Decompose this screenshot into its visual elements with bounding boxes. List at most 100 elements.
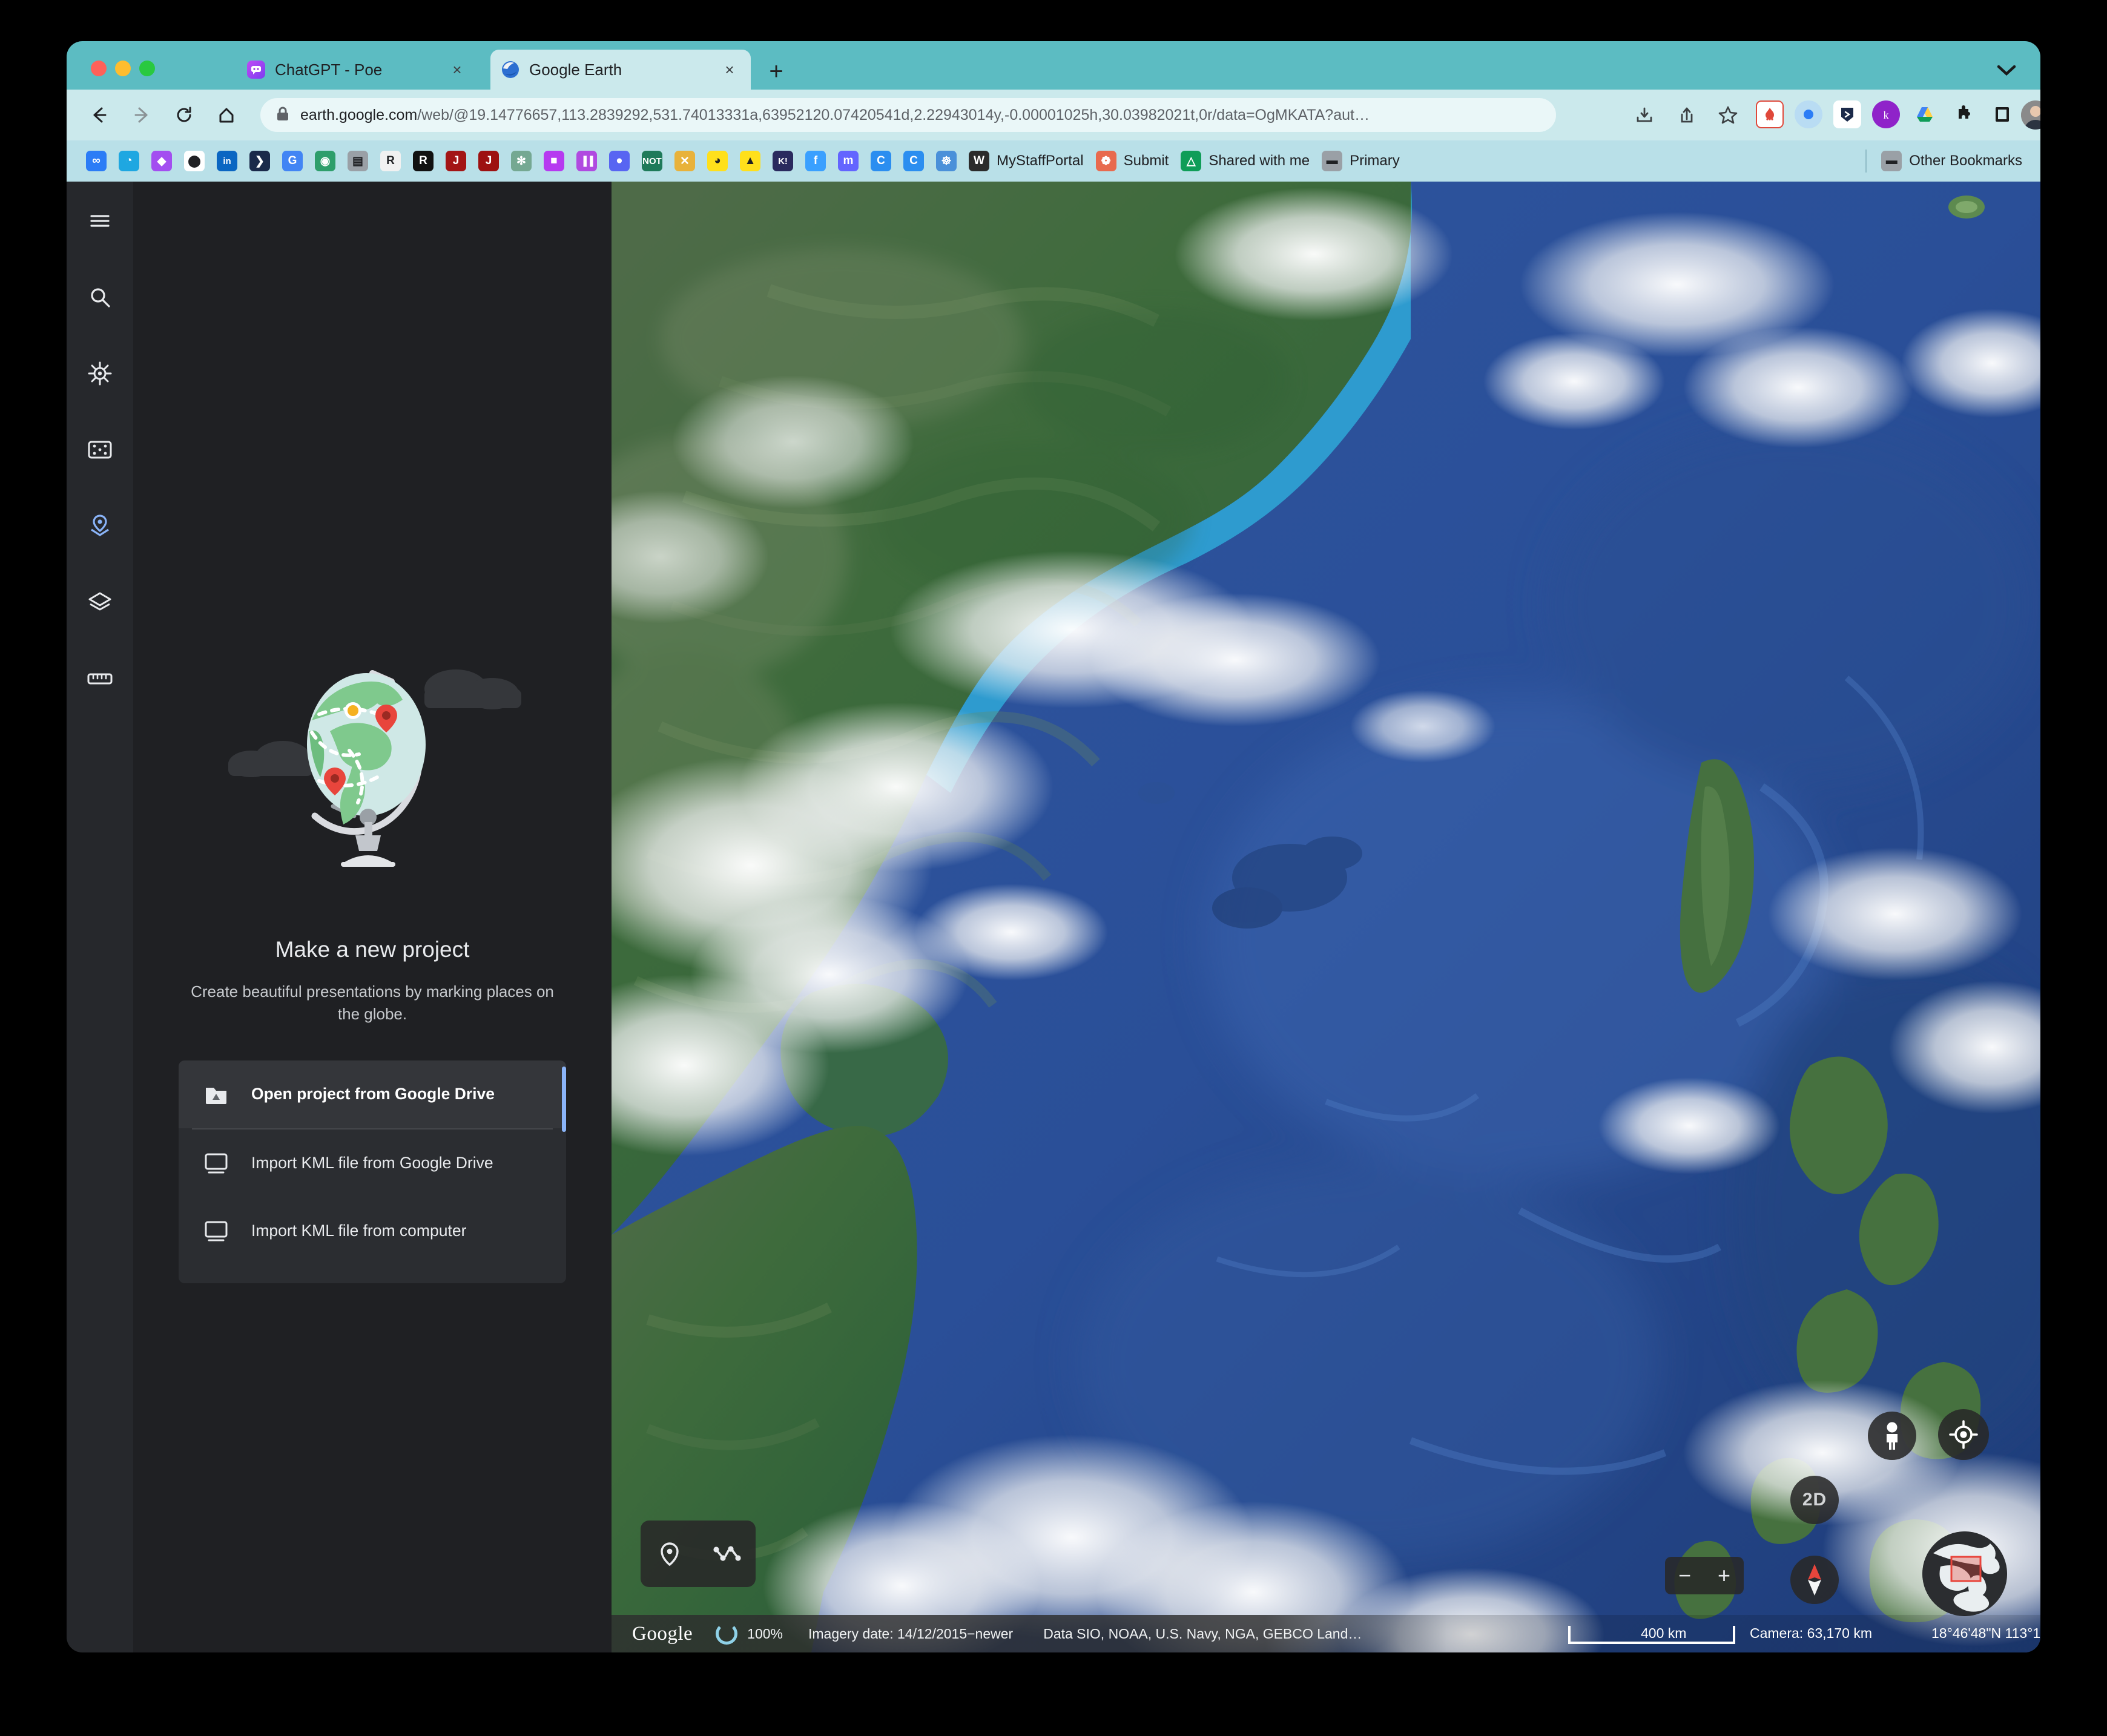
earth-status-bar: Google 100% Imagery date: 14/12/2015−new…: [612, 1615, 2040, 1652]
back-button[interactable]: [84, 99, 115, 131]
bookmark-item[interactable]: in: [211, 146, 243, 176]
new-tab-button[interactable]: +: [764, 59, 788, 84]
blue-circle-extension-icon[interactable]: [1795, 100, 1822, 128]
forward-button[interactable]: [126, 99, 157, 131]
zoom-in-button[interactable]: +: [1709, 1560, 1740, 1591]
google-earth-app: Make a new project Create beautiful pres…: [67, 182, 2040, 1652]
bookmark-item[interactable]: ✻: [505, 146, 538, 176]
kaspersky-extension-icon[interactable]: k: [1872, 100, 1900, 128]
bookmark-item[interactable]: R: [374, 146, 407, 176]
import-kml-from-computer-item[interactable]: Import KML file from computer: [179, 1197, 566, 1265]
bookmark-item[interactable]: ❁ Submit: [1090, 146, 1175, 176]
bookmark-item[interactable]: C: [865, 146, 897, 176]
sidebar-item-search[interactable]: [77, 275, 122, 320]
sidebar-item-layers[interactable]: [77, 580, 122, 625]
fire-extension-icon[interactable]: [1756, 100, 1784, 128]
tab-close-icon[interactable]: ×: [719, 59, 740, 80]
bookmark-item[interactable]: J: [440, 146, 472, 176]
pegman-icon[interactable]: [1868, 1412, 1916, 1460]
sidebar-item-feeling-lucky[interactable]: [77, 427, 122, 472]
bookmarks-divider: [1865, 150, 1867, 173]
download-icon[interactable]: [1629, 99, 1660, 131]
reload-button[interactable]: [168, 99, 200, 131]
new-project-panel: Make a new project Create beautiful pres…: [133, 182, 612, 1652]
star-icon[interactable]: [1712, 99, 1744, 131]
bookmark-item[interactable]: ❯: [243, 146, 276, 176]
tab-chatgpt-poe[interactable]: ChatGPT - Poe ×: [236, 50, 478, 90]
bookmark-item[interactable]: ◆: [145, 146, 178, 176]
bitwarden-extension-icon[interactable]: [1833, 100, 1861, 128]
globe-minimap[interactable]: [1922, 1531, 2007, 1616]
bookmark-item[interactable]: NOT: [636, 146, 668, 176]
scale-label: 400 km: [1641, 1625, 1687, 1641]
map-pin-icon[interactable]: [650, 1534, 689, 1573]
window-maximize-button[interactable]: [139, 61, 155, 76]
path-line-icon[interactable]: [708, 1534, 747, 1573]
tab-close-icon[interactable]: ×: [447, 59, 467, 80]
bookmark-item[interactable]: ◕: [701, 146, 734, 176]
import-kml-from-drive-item[interactable]: Import KML file from Google Drive: [179, 1129, 566, 1197]
bookmark-label: Shared with me: [1208, 153, 1310, 169]
bookmark-item[interactable]: J: [472, 146, 505, 176]
bookmark-item[interactable]: R: [407, 146, 440, 176]
bookmark-item[interactable]: ▬ Primary: [1316, 146, 1406, 176]
bookmark-item[interactable]: f: [799, 146, 832, 176]
puzzle-extensions-icon[interactable]: [1950, 100, 1977, 128]
infinity-icon: ∞: [86, 151, 107, 171]
poe-icon: [247, 61, 265, 79]
bookmark-item[interactable]: ⬤: [178, 146, 211, 176]
my-location-icon[interactable]: [1938, 1409, 1989, 1460]
sidebar-item-menu[interactable]: [77, 199, 122, 243]
globe-on-stand-illustration: [191, 660, 554, 890]
bookmark-item[interactable]: ▤: [341, 146, 374, 176]
linkedin-icon: in: [217, 151, 237, 171]
tab-title: ChatGPT - Poe: [275, 60, 383, 79]
sidebar-item-voyager[interactable]: [77, 351, 122, 396]
monitor-icon: [202, 1217, 231, 1246]
bookmark-item[interactable]: G: [276, 146, 309, 176]
journal-red-icon: J: [446, 151, 466, 171]
bookmark-item[interactable]: m: [832, 146, 865, 176]
bookmark-item[interactable]: ∞: [80, 146, 113, 176]
bookmark-item[interactable]: △ Shared with me: [1175, 146, 1316, 176]
zoom-out-button[interactable]: −: [1669, 1560, 1701, 1591]
share-icon[interactable]: [1671, 99, 1703, 131]
open-project-from-drive-item[interactable]: Open project from Google Drive: [179, 1060, 566, 1128]
view-mode-toggle-button[interactable]: 2D: [1790, 1476, 1839, 1524]
bookmark-item[interactable]: K!: [767, 146, 799, 176]
google-drive-extension-icon[interactable]: [1911, 100, 1939, 128]
bookmark-item[interactable]: ●: [603, 146, 636, 176]
bookmark-item[interactable]: ▲: [734, 146, 767, 176]
address-bar[interactable]: earth.google.com/web/@19.14776657,113.28…: [260, 98, 1556, 132]
home-button[interactable]: [211, 99, 242, 131]
bookmark-item[interactable]: ■: [538, 146, 570, 176]
chevron-down-icon[interactable]: [1996, 59, 2017, 81]
bookmark-item[interactable]: ◉: [309, 146, 341, 176]
mastodon-icon: m: [838, 151, 859, 171]
side-panel-icon[interactable]: [1988, 100, 2016, 128]
bookmark-item[interactable]: C: [897, 146, 930, 176]
bookmark-item[interactable]: ▐▐: [570, 146, 603, 176]
books-icon: ▐▐: [576, 151, 597, 171]
bookmark-item[interactable]: ☸: [930, 146, 963, 176]
compass-needle-icon[interactable]: [1790, 1556, 1839, 1604]
url-host: earth.google.com: [300, 106, 418, 123]
bookmark-item[interactable]: ✕: [668, 146, 701, 176]
sidebar-item-projects[interactable]: [77, 504, 122, 548]
window-minimize-button[interactable]: [115, 61, 131, 76]
atlassian-icon: ◔: [119, 151, 139, 171]
loading-ring-icon: [716, 1623, 738, 1645]
sidebar-item-measure[interactable]: [77, 656, 122, 701]
earth-icon-rail: [67, 182, 133, 1652]
tab-google-earth[interactable]: Google Earth ×: [490, 50, 751, 90]
other-bookmarks-folder[interactable]: ▬ Other Bookmarks: [1875, 146, 2028, 176]
bookmark-item[interactable]: W MyStaffPortal: [963, 146, 1090, 176]
avatar[interactable]: [2021, 100, 2040, 130]
menu-item-label: Import KML file from computer: [251, 1221, 467, 1240]
c-circle-icon: C: [871, 151, 891, 171]
bookmark-item[interactable]: ◔: [113, 146, 145, 176]
r-dark-icon: R: [413, 151, 434, 171]
lock-icon: [276, 106, 289, 125]
window-close-button[interactable]: [91, 61, 107, 76]
earth-map-viewport[interactable]: 2D − + Google 100% Imagery date: 14/12/2…: [612, 182, 2040, 1652]
